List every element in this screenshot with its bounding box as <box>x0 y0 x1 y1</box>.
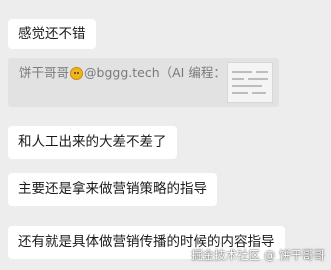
message-text: 感觉还不错 <box>18 26 86 42</box>
message-text: 主要还是拿来做营销策略的指导 <box>18 181 207 197</box>
quoted-sender-name: 饼干哥哥 <box>19 65 70 80</box>
dizzy-face-emoji-icon <box>70 66 84 80</box>
quoted-image-thumbnail[interactable] <box>227 62 273 103</box>
message-bubble[interactable]: 感觉还不错 <box>8 19 96 49</box>
quoted-text: 饼干哥哥 @bggg.tech（AI 编程： <box>19 64 226 82</box>
message-text: 和人工出来的大差不差了 <box>18 134 167 150</box>
message-bubble[interactable]: 主要还是拿来做营销策略的指导 <box>8 173 217 206</box>
message-bubble[interactable]: 和人工出来的大差不差了 <box>8 126 177 159</box>
watermark: 掘金技术社区 @ 饼干哥哥 <box>191 248 325 262</box>
quoted-snippet: @bggg.tech（AI 编程： <box>84 65 226 80</box>
quoted-message[interactable]: 饼干哥哥 @bggg.tech（AI 编程： <box>8 58 279 107</box>
chat-window: 感觉还不错 饼干哥哥 @bggg.tech（AI 编程： 和人工出来的大差不差了… <box>0 0 331 270</box>
